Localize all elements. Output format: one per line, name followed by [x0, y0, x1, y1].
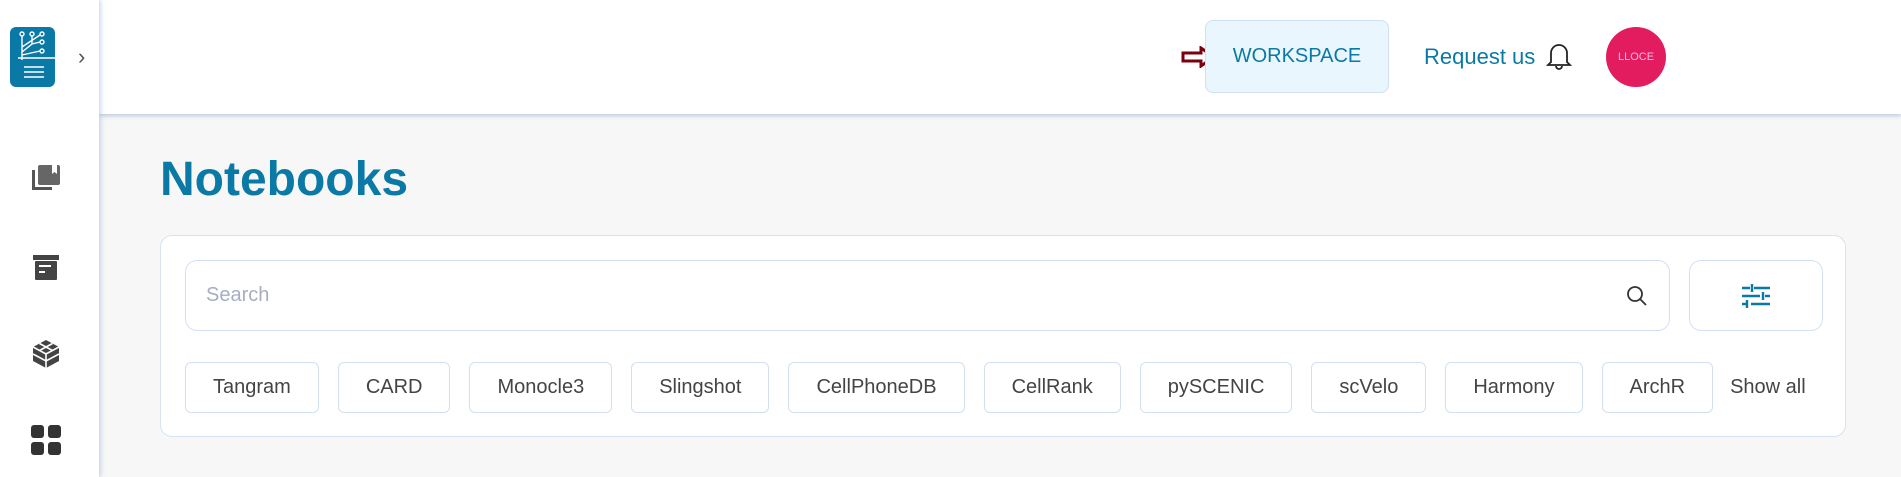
chip-harmony[interactable]: Harmony [1445, 362, 1583, 413]
chip-card[interactable]: CARD [337, 362, 451, 413]
app-logo[interactable] [10, 27, 55, 87]
chip-cellphonedb[interactable]: CellPhoneDB [788, 362, 965, 413]
search-input[interactable] [206, 284, 1625, 307]
chip-scvelo[interactable]: scVelo [1311, 362, 1427, 413]
user-avatar[interactable]: LLOCE [1606, 27, 1666, 87]
avatar-initials: LLOCE [1617, 51, 1655, 63]
sliders-icon [1742, 283, 1770, 308]
chip-monocle3[interactable]: Monocle3 [469, 362, 613, 413]
library-icon[interactable] [30, 162, 62, 194]
chip-pyscenic[interactable]: pySCENIC [1139, 362, 1293, 413]
notification-bell-icon[interactable] [1546, 40, 1572, 72]
search-card: Tangram CARD Monocle3 Slingshot CellPhon… [160, 235, 1846, 437]
chip-cellrank[interactable]: CellRank [983, 362, 1121, 413]
page-title: Notebooks [160, 153, 409, 206]
expand-sidebar-chevron-icon[interactable]: › [78, 44, 85, 70]
chip-archr[interactable]: ArchR [1601, 362, 1714, 413]
search-box[interactable] [185, 260, 1670, 331]
chip-tangram[interactable]: Tangram [185, 362, 319, 413]
sidebar: › [0, 0, 99, 477]
chip-slingshot[interactable]: Slingshot [631, 362, 770, 413]
search-icon[interactable] [1625, 284, 1649, 308]
archive-icon[interactable] [30, 252, 62, 284]
workspace-label: WORKSPACE [1232, 45, 1362, 67]
request-us-link[interactable]: Request us [1424, 44, 1535, 70]
workspace-button[interactable]: WORKSPACE [1205, 20, 1389, 93]
tool-chips: Tangram CARD Monocle3 Slingshot CellPhon… [185, 362, 1806, 413]
show-all-link[interactable]: Show all [1730, 376, 1806, 399]
cube-icon[interactable] [30, 338, 62, 370]
apps-grid-icon[interactable] [30, 424, 62, 456]
filter-button[interactable] [1689, 260, 1823, 331]
